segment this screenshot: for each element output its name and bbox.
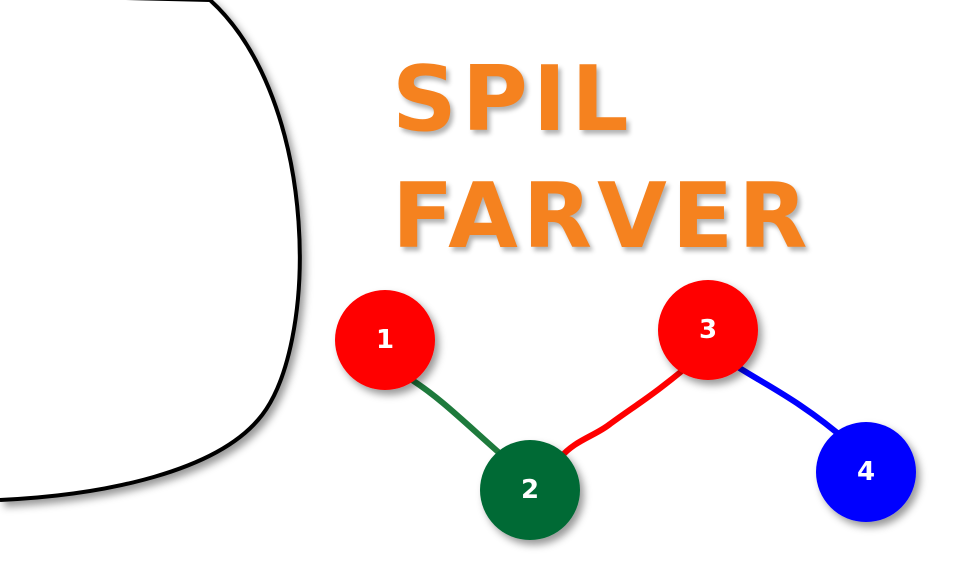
game-scene: 1 2 3 4 SPIL FARVER [0,0,960,561]
edge-1-2 [409,377,508,461]
node-2-label: 2 [521,475,539,505]
title-line-2: FARVER [392,164,813,269]
edge-3-4 [727,359,851,445]
title-line-1: SPIL [392,47,634,152]
node-4[interactable]: 4 [816,422,916,522]
node-1[interactable]: 1 [335,290,435,390]
node-2[interactable]: 2 [480,440,580,540]
edge-2-3 [557,353,703,461]
node-1-label: 1 [376,325,394,355]
node-3[interactable]: 3 [658,280,758,380]
node-3-label: 3 [699,315,717,345]
page-panel [0,0,302,502]
node-4-label: 4 [857,457,875,487]
